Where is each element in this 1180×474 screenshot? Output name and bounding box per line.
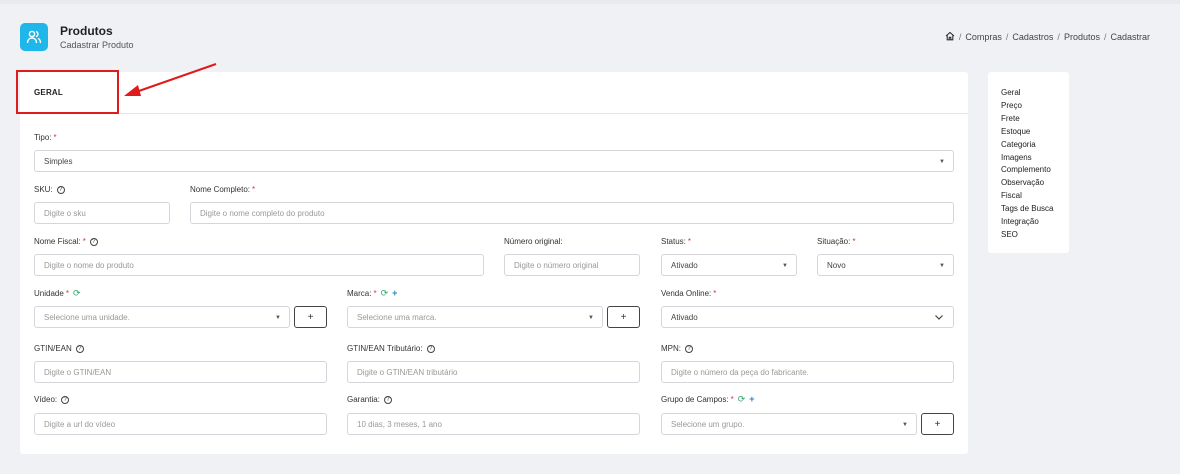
- add-marca-button[interactable]: +: [607, 306, 640, 328]
- garantia-input[interactable]: 10 dias, 3 meses, 1 ano: [347, 413, 640, 435]
- status-select[interactable]: Ativado ▼: [661, 254, 797, 276]
- highlight-box: [16, 70, 119, 114]
- breadcrumb-cadastros[interactable]: Cadastros: [1012, 32, 1053, 42]
- caret-down-icon: ▼: [902, 422, 908, 428]
- nome-fiscal-input[interactable]: Digite o nome do produto: [34, 254, 484, 276]
- refresh-icon[interactable]: ⟳: [738, 395, 746, 404]
- breadcrumb-separator: /: [1103, 32, 1107, 42]
- top-border: [0, 0, 1180, 4]
- tipo-label: Tipo: *: [34, 133, 57, 142]
- breadcrumb-produtos[interactable]: Produtos: [1064, 32, 1100, 42]
- page-subtitle: Cadastrar Produto: [60, 40, 134, 50]
- unidade-select[interactable]: Selecione uma unidade. ▼: [34, 306, 290, 328]
- product-form-card: GERAL Tipo: * Simples ▼ SKU:? Digite o sk…: [20, 72, 968, 454]
- help-icon[interactable]: ?: [685, 344, 693, 353]
- nome-fiscal-label: Nome Fiscal: *?: [34, 237, 98, 246]
- users-icon: [20, 23, 48, 51]
- caret-down-icon: ▼: [275, 315, 281, 321]
- breadcrumb-separator: /: [1057, 32, 1060, 42]
- nav-item-complemento[interactable]: Complemento: [1001, 164, 1053, 177]
- home-icon[interactable]: [945, 31, 955, 43]
- marca-label: Marca: * ⟳ +: [347, 288, 398, 299]
- help-icon[interactable]: ?: [89, 237, 98, 246]
- breadcrumb-separator: /: [1005, 32, 1009, 42]
- numero-original-input[interactable]: Digite o número original: [504, 254, 640, 276]
- gtin-label: GTIN/EAN?: [34, 344, 84, 353]
- caret-down-icon: ▼: [782, 263, 788, 269]
- situacao-select[interactable]: Novo ▼: [817, 254, 954, 276]
- grupo-campos-label: Grupo de Campos: * ⟳ +: [661, 394, 755, 405]
- refresh-icon[interactable]: ⟳: [73, 289, 81, 298]
- caret-down-icon: ▼: [939, 159, 945, 165]
- video-label: Vídeo:?: [34, 395, 70, 404]
- nav-item-observacao[interactable]: Observação: [1001, 177, 1053, 190]
- sku-input[interactable]: Digite o sku: [34, 202, 170, 224]
- nav-item-geral[interactable]: Geral: [1001, 87, 1053, 100]
- nav-item-estoque[interactable]: Estoque: [1001, 126, 1053, 139]
- page-title: Produtos: [60, 24, 113, 38]
- sku-label: SKU:?: [34, 185, 65, 194]
- breadcrumb: / Compras / Cadastros / Produtos / Cadas…: [945, 31, 1150, 43]
- add-grupo-button[interactable]: +: [921, 413, 954, 435]
- caret-down-icon: ▼: [939, 263, 945, 269]
- nav-item-seo[interactable]: SEO: [1001, 229, 1053, 242]
- help-icon[interactable]: ?: [426, 344, 435, 353]
- numero-original-label: Número original:: [504, 237, 563, 246]
- unidade-label: Unidade * ⟳: [34, 288, 81, 299]
- nav-item-integracao[interactable]: Integração: [1001, 216, 1053, 229]
- page-header: Produtos Cadastrar Produto / Compras / C…: [20, 23, 1160, 55]
- mpn-input[interactable]: Digite o número da peça do fabricante.: [661, 361, 954, 383]
- plus-icon[interactable]: +: [749, 395, 754, 404]
- grupo-campos-select[interactable]: Selecione um grupo. ▼: [661, 413, 917, 435]
- nav-item-preco[interactable]: Preço: [1001, 100, 1053, 113]
- nome-completo-label: Nome Completo: *: [190, 185, 256, 194]
- nav-item-categoria[interactable]: Categoria: [1001, 139, 1053, 152]
- garantia-label: Garantia:?: [347, 395, 392, 404]
- refresh-icon[interactable]: ⟳: [381, 289, 389, 298]
- venda-online-label: Venda Online: *: [661, 289, 717, 298]
- help-icon[interactable]: ?: [56, 185, 65, 194]
- breadcrumb-cadastrar: Cadastrar: [1110, 32, 1150, 42]
- video-input[interactable]: Digite a url do vídeo: [34, 413, 327, 435]
- nav-item-fiscal[interactable]: Fiscal: [1001, 190, 1053, 203]
- gtin-tributario-input[interactable]: Digite o GTIN/EAN tributário: [347, 361, 640, 383]
- help-icon[interactable]: ?: [383, 395, 392, 404]
- help-icon[interactable]: ?: [75, 344, 84, 353]
- plus-icon[interactable]: +: [392, 289, 397, 298]
- marca-select[interactable]: Selecione uma marca. ▼: [347, 306, 603, 328]
- gtin-input[interactable]: Digite o GTIN/EAN: [34, 361, 327, 383]
- mpn-label: MPN:?: [661, 344, 693, 353]
- chevron-down-icon: [935, 315, 943, 320]
- nav-item-tags-busca[interactable]: Tags de Busca: [1001, 203, 1053, 216]
- nav-item-imagens[interactable]: Imagens: [1001, 152, 1053, 165]
- nome-completo-input[interactable]: Digite o nome completo do produto: [190, 202, 954, 224]
- breadcrumb-separator: /: [958, 32, 962, 42]
- situacao-label: Situação: *: [817, 237, 856, 246]
- breadcrumb-compras[interactable]: Compras: [965, 32, 1002, 42]
- section-nav: Geral Preço Frete Estoque Categoria Imag…: [988, 72, 1069, 253]
- status-label: Status: *: [661, 237, 692, 246]
- help-icon[interactable]: ?: [61, 395, 70, 404]
- gtin-tributario-label: GTIN/EAN Tributário:?: [347, 344, 435, 353]
- card-header: GERAL: [20, 72, 968, 114]
- add-unidade-button[interactable]: +: [294, 306, 327, 328]
- venda-online-select[interactable]: Ativado: [661, 306, 954, 328]
- tipo-select[interactable]: Simples ▼: [34, 150, 954, 172]
- caret-down-icon: ▼: [588, 315, 594, 321]
- nav-item-frete[interactable]: Frete: [1001, 113, 1053, 126]
